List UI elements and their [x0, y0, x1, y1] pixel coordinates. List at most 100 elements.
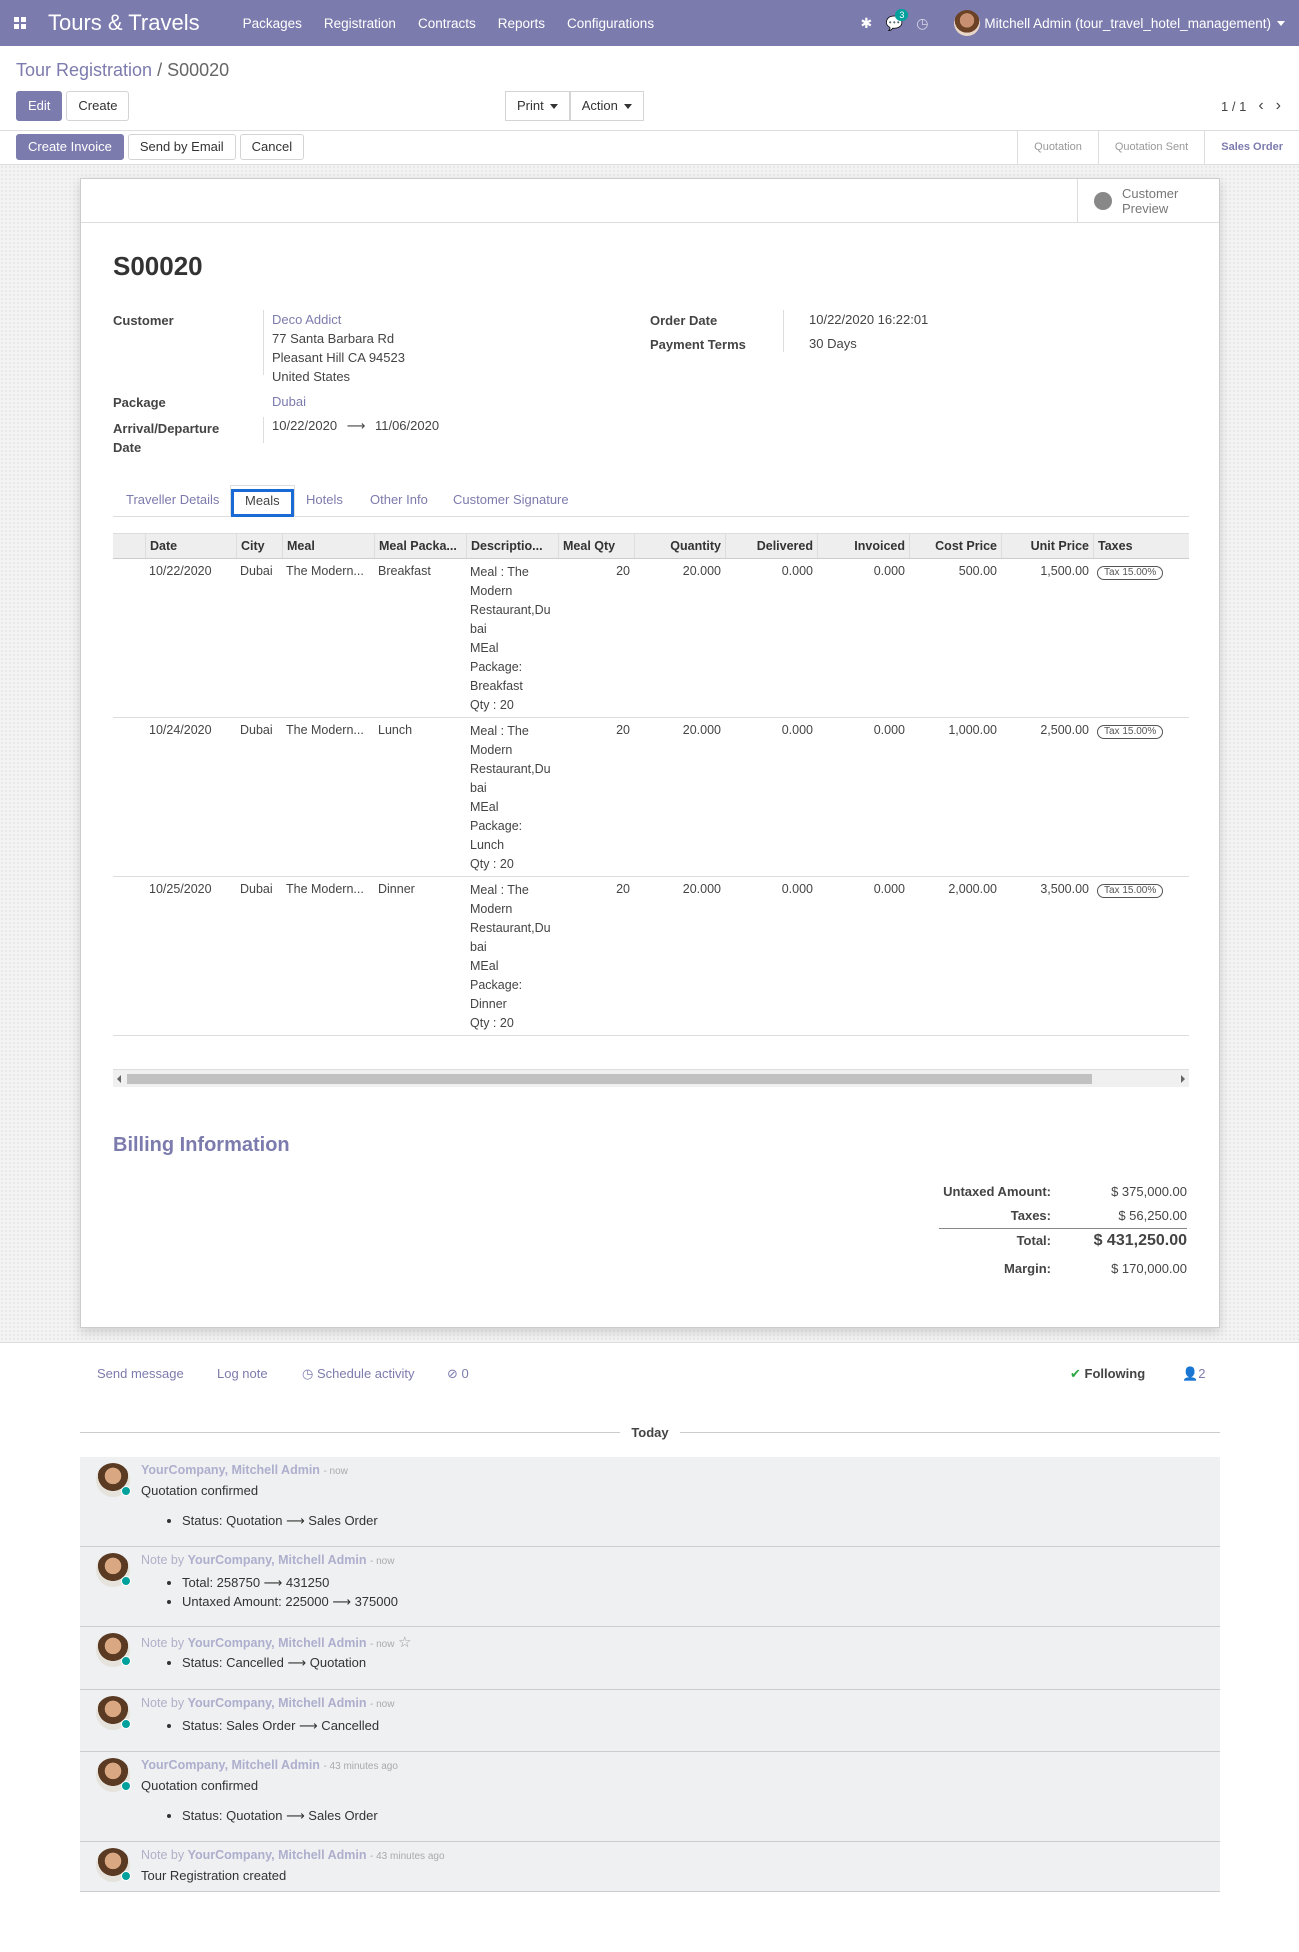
- apps-menu-icon[interactable]: [0, 17, 32, 29]
- row-handle: [113, 877, 145, 1035]
- stage-sales-order[interactable]: Sales Order: [1205, 131, 1299, 165]
- pager-prev-icon[interactable]: ‹: [1258, 97, 1263, 115]
- horizontal-scrollbar[interactable]: [113, 1069, 1189, 1087]
- message-author[interactable]: YourCompany, Mitchell Admin: [188, 1636, 367, 1650]
- tab-highlight: [231, 489, 294, 517]
- messages-icon[interactable]: 💬 3: [880, 8, 909, 32]
- breadcrumb-parent[interactable]: Tour Registration: [16, 60, 152, 80]
- attachments-button[interactable]: ⊘ 0: [447, 1366, 469, 1382]
- app-brand[interactable]: Tours & Travels: [48, 10, 200, 36]
- header-meal-qty[interactable]: Meal Qty: [558, 534, 634, 558]
- message-text: Tour Registration created: [141, 1868, 287, 1883]
- tab-other-info[interactable]: Other Info: [370, 485, 428, 517]
- message-author[interactable]: YourCompany, Mitchell Admin: [141, 1463, 320, 1477]
- debug-bug-icon[interactable]: ✱: [852, 15, 880, 32]
- create-invoice-button[interactable]: Create Invoice: [16, 134, 124, 160]
- meals-table: Date City Meal Meal Packa... Descriptio.…: [113, 533, 1189, 1036]
- description-line: Qty : 20: [470, 1016, 514, 1030]
- paperclip-icon: ⊘: [447, 1366, 462, 1381]
- message-author[interactable]: YourCompany, Mitchell Admin: [141, 1758, 320, 1772]
- author-avatar[interactable]: [96, 1463, 131, 1497]
- sheet-button-box: Customer Preview: [81, 179, 1219, 223]
- followers-button[interactable]: 👤2: [1182, 1366, 1205, 1382]
- address-line-1: 77 Santa Barbara Rd: [272, 331, 395, 346]
- menu-packages[interactable]: Packages: [232, 16, 313, 31]
- pager: 1 / 1 ‹ ›: [1221, 97, 1281, 115]
- star-icon[interactable]: ☆: [398, 1634, 411, 1651]
- log-note-button[interactable]: Log note: [217, 1366, 268, 1381]
- header-cost-price[interactable]: Cost Price: [909, 534, 1001, 558]
- create-button[interactable]: Create: [66, 91, 130, 121]
- author-avatar[interactable]: [96, 1758, 131, 1792]
- header-unit-price[interactable]: Unit Price: [1001, 534, 1093, 558]
- chatter-message: Note by YourCompany, Mitchell Admin - no…: [80, 1627, 1220, 1690]
- scroll-thumb[interactable]: [127, 1074, 1092, 1084]
- cell-cost-price: 500.00: [958, 564, 997, 578]
- header-delivered[interactable]: Delivered: [725, 534, 817, 558]
- record-title: S00020: [113, 251, 203, 281]
- table-row[interactable]: 10/22/2020 Dubai The Modern... Breakfast Mea…: [113, 559, 1189, 718]
- customer-link[interactable]: Deco Addict: [272, 310, 405, 329]
- message-author[interactable]: YourCompany, Mitchell Admin: [188, 1696, 367, 1710]
- table-row[interactable]: 10/25/2020 Dubai The Modern... Dinner Meal :…: [113, 877, 1189, 1036]
- schedule-activity-button[interactable]: ◷ Schedule activity: [302, 1366, 415, 1382]
- menu-configurations[interactable]: Configurations: [556, 16, 665, 31]
- customer-preview-button[interactable]: Customer Preview: [1077, 179, 1219, 223]
- message-author[interactable]: YourCompany, Mitchell Admin: [188, 1553, 367, 1567]
- send-message-button[interactable]: Send message: [97, 1366, 184, 1381]
- stage-quotation-sent[interactable]: Quotation Sent: [1099, 131, 1206, 165]
- edit-button[interactable]: Edit: [16, 91, 63, 121]
- header-meal-package[interactable]: Meal Packa...: [374, 534, 466, 558]
- address-line-3: United States: [272, 369, 351, 384]
- table-row[interactable]: 10/24/2020 Dubai The Modern... Lunch Meal : …: [113, 718, 1189, 877]
- cell-meal-qty: 20: [616, 564, 630, 578]
- description-line: Qty : 20: [470, 857, 514, 871]
- scroll-right-icon[interactable]: [1181, 1075, 1185, 1083]
- user-avatar[interactable]: [954, 10, 981, 36]
- pager-next-icon[interactable]: ›: [1276, 97, 1281, 115]
- description-line: Restaurant,Du: [470, 603, 551, 617]
- arrival-label: Arrival/Departure Date: [113, 421, 220, 455]
- cell-unit-price: 3,500.00: [1040, 882, 1089, 896]
- cell-quantity: 20.000: [682, 882, 721, 896]
- author-avatar[interactable]: [96, 1848, 131, 1882]
- tax-badge: Tax 15.00%: [1097, 566, 1164, 580]
- user-menu[interactable]: Mitchell Admin (tour_travel_hotel_manage…: [984, 16, 1285, 31]
- payment-terms-label: Payment Terms: [650, 337, 746, 352]
- header-description[interactable]: Descriptio...: [466, 534, 558, 558]
- header-city[interactable]: City: [236, 534, 282, 558]
- header-quantity[interactable]: Quantity: [634, 534, 725, 558]
- action-button[interactable]: Action: [569, 91, 644, 121]
- following-button[interactable]: ✔ Following: [1070, 1366, 1145, 1382]
- header-date[interactable]: Date: [145, 534, 236, 558]
- stage-quotation[interactable]: Quotation: [1018, 131, 1099, 165]
- cell-description: Meal : The Modern Restaurant,Du bai MEal Pack…: [466, 718, 558, 876]
- menu-contracts[interactable]: Contracts: [407, 16, 487, 31]
- header-meal[interactable]: Meal: [282, 534, 374, 558]
- cancel-button[interactable]: Cancel: [239, 134, 305, 160]
- notebook-tabs: Traveller Details Meals Hotels Other Inf…: [113, 485, 1189, 517]
- pager-value[interactable]: 1 / 1: [1221, 99, 1246, 114]
- row-handle: [113, 559, 145, 717]
- user-icon: 👤: [1182, 1366, 1199, 1381]
- online-status-icon: [121, 1486, 131, 1496]
- send-by-email-button[interactable]: Send by Email: [127, 134, 236, 160]
- tab-customer-signature[interactable]: Customer Signature: [453, 485, 569, 517]
- message-author[interactable]: YourCompany, Mitchell Admin: [188, 1848, 367, 1862]
- chatter-message: Note by YourCompany, Mitchell Admin - 43…: [80, 1842, 1220, 1892]
- menu-registration[interactable]: Registration: [313, 16, 407, 31]
- untaxed-label: Untaxed Amount:: [943, 1184, 1051, 1199]
- header-taxes[interactable]: Taxes: [1093, 534, 1179, 558]
- tab-hotels[interactable]: Hotels: [306, 485, 343, 517]
- print-button[interactable]: Print: [505, 91, 570, 121]
- tab-traveller-details[interactable]: Traveller Details: [126, 485, 219, 517]
- activity-clock-icon[interactable]: ◷: [908, 15, 936, 32]
- package-link[interactable]: Dubai: [272, 392, 306, 411]
- cell-taxes: Tax 15.00%: [1093, 718, 1179, 876]
- description-line: Package:: [470, 819, 523, 833]
- menu-reports[interactable]: Reports: [487, 16, 556, 31]
- header-invoiced[interactable]: Invoiced: [817, 534, 909, 558]
- total-divider: [939, 1228, 1187, 1229]
- total-value: $ 431,250.00: [1093, 1232, 1187, 1249]
- scroll-left-icon[interactable]: [117, 1075, 121, 1083]
